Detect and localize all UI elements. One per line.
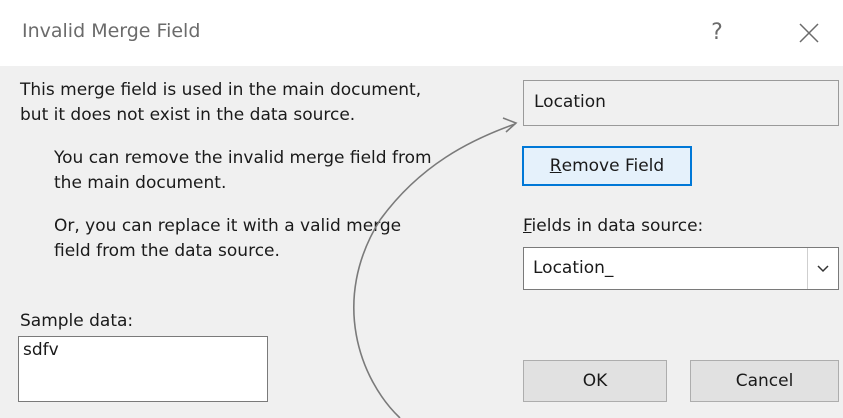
close-icon <box>799 23 819 43</box>
title-bar: Invalid Merge Field ? <box>0 0 843 66</box>
replace-info-line-1: Or, you can replace it with a valid merg… <box>54 216 402 236</box>
cancel-button[interactable]: Cancel <box>690 360 839 402</box>
sample-data-label: Sample data: <box>20 311 134 331</box>
fields-label-hotkey: F <box>523 216 532 236</box>
fields-label-rest: ields in data source: <box>531 216 704 236</box>
fields-dropdown[interactable]: Location_ <box>523 247 839 290</box>
remove-label-rest: emove Field <box>561 156 665 176</box>
fields-in-data-source-label: Fields in data source: <box>523 214 703 238</box>
replace-info-line-2: field from the data source. <box>54 241 280 261</box>
sample-data-value: sdfv <box>23 340 59 360</box>
fields-dropdown-value: Location_ <box>533 258 614 278</box>
ok-button[interactable]: OK <box>523 360 667 402</box>
chevron-down-icon <box>817 264 829 272</box>
sample-data-box: sdfv <box>18 336 268 402</box>
ok-label: OK <box>582 371 608 391</box>
invalid-field-display: Location <box>523 80 839 126</box>
cancel-label: Cancel <box>735 371 794 391</box>
remove-hotkey: R <box>549 156 562 176</box>
remove-info-line-1: You can remove the invalid merge field f… <box>54 148 432 168</box>
close-button[interactable] <box>794 18 824 48</box>
info-line-1: This merge field is used in the main doc… <box>20 80 422 100</box>
info-line-2: but it does not exist in the data source… <box>20 105 356 125</box>
dropdown-arrow-button[interactable] <box>807 248 838 289</box>
invalid-field-value: Location <box>534 92 606 112</box>
remove-info-line-2: the main document. <box>54 173 227 193</box>
dialog-title: Invalid Merge Field <box>22 20 201 42</box>
help-button[interactable]: ? <box>700 16 734 50</box>
remove-field-button[interactable]: Remove Field <box>522 146 692 186</box>
